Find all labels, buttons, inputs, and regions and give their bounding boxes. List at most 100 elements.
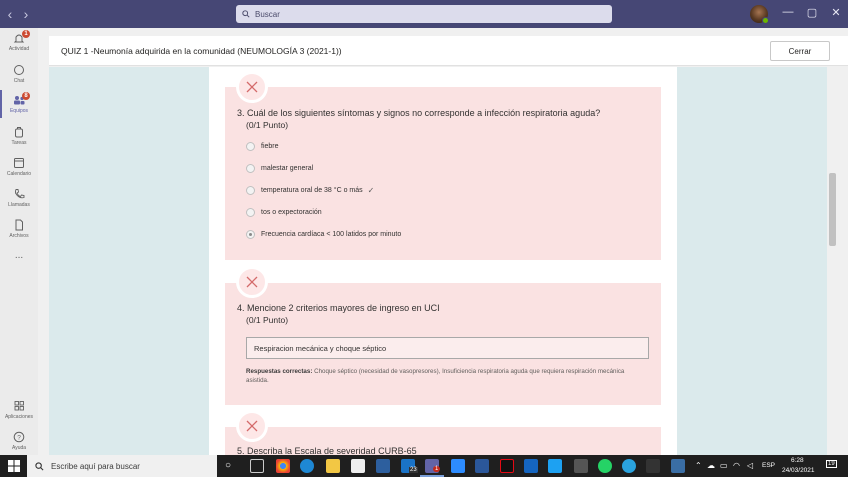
more-apps-button[interactable]: ... [0,250,38,261]
radio-button[interactable] [246,164,255,173]
file-explorer-icon[interactable] [326,459,340,473]
mail-badge: 23 [409,467,418,473]
photos-icon[interactable] [524,459,538,473]
apps-icon [14,401,24,411]
radio-button[interactable] [246,186,255,195]
file-icon [15,219,23,231]
minimize-button[interactable]: — [778,6,798,18]
phone-icon [14,189,25,199]
rail-item-label: Actividad [8,46,30,52]
chat-icon [14,65,24,75]
option-label: fiebre [261,143,279,150]
option-label: malestar general [261,165,314,172]
rail-item-ayuda[interactable]: ? Ayuda [0,431,38,451]
question-card-5: 5. Describa la Escala de severidad CURB-… [225,427,661,455]
backpack-icon [15,127,23,138]
close-quiz-button[interactable]: Cerrar [770,41,830,61]
answer-field[interactable]: Respiracion mecánica y choque séptico [246,337,649,359]
search-input[interactable]: Buscar [236,5,612,23]
rail-item-calendario[interactable]: Calendario [0,157,38,177]
teams-badge: 8 [22,92,30,100]
option-label: Frecuencia cardíaca < 100 latidos por mi… [261,231,402,238]
incorrect-icon [236,71,268,103]
zoom-icon[interactable] [451,459,465,473]
option-tos[interactable]: tos o expectoración [246,208,322,217]
question-card-4: 4. Mencione 2 criterios mayores de ingre… [225,283,661,405]
tray-chevron-icon[interactable]: ⌃ [695,461,702,470]
notification-center-icon[interactable]: 19 [826,460,837,468]
cortana-icon[interactable]: ○ [225,460,231,471]
taskbar-search-placeholder: Escribe aquí para buscar [51,461,140,471]
option-fiebre[interactable]: fiebre [246,142,279,151]
rail-item-label: Tareas [11,140,27,146]
search-placeholder: Buscar [255,9,280,19]
close-window-button[interactable]: ✕ [826,6,846,19]
calculator-icon[interactable] [574,459,588,473]
rail-item-archivos[interactable]: Archivos [0,219,38,239]
question-title: 5. Describa la Escala de severidad CURB-… [237,446,417,455]
rail-item-chat[interactable]: Chat [0,64,38,84]
rail-item-label: Chat [13,78,25,84]
word-icon[interactable] [475,459,489,473]
cloud-icon[interactable]: ☁ [707,461,715,470]
volume-icon[interactable]: ◁ [747,461,753,470]
question-card-3: 3. Cuál de los siguientes síntomas y sig… [225,87,661,260]
store-icon[interactable] [351,459,365,473]
rail-item-llamadas[interactable]: Llamadas [0,188,38,208]
option-malestar[interactable]: malestar general [246,164,313,173]
search-icon [35,461,44,470]
notification-count: 19 [828,461,835,467]
scrollbar-thumb[interactable] [829,173,836,246]
maximize-button[interactable]: ▢ [802,6,822,19]
rail-item-label: Aplicaciones [4,414,34,420]
option-frecuencia[interactable]: Frecuencia cardíaca < 100 latidos por mi… [246,230,401,239]
option-label: temperatura oral de 38 °C o más [261,187,363,194]
help-icon: ? [13,431,25,443]
language-indicator[interactable]: ESP [762,462,775,469]
forward-arrow-icon[interactable]: › [18,6,34,22]
clock-time[interactable]: 6:28 [791,457,804,464]
question-points: (0/1 Punto) [246,315,289,325]
telegram-icon[interactable] [622,459,636,473]
radio-button-selected[interactable] [246,230,255,239]
chrome-icon[interactable] [276,459,290,473]
netflix-icon[interactable] [500,459,514,473]
rail-item-tareas[interactable]: Tareas [0,126,38,146]
correct-answers-label: Respuestas correctas: [246,368,313,375]
page-title: QUIZ 1 -Neumonía adquirida en la comunid… [61,46,342,56]
clock-date[interactable]: 24/03/2021 [782,467,815,474]
windows-start-icon[interactable] [8,460,20,472]
option-temperatura[interactable]: temperatura oral de 38 °C o más ✓ [246,186,374,195]
rail-item-label: Equipos [9,108,29,114]
whatsapp-icon[interactable] [598,459,612,473]
task-view-icon[interactable] [250,459,264,473]
rail-item-label: Llamadas [8,202,30,208]
radio-button[interactable] [246,208,255,217]
rail-item-aplicaciones[interactable]: Aplicaciones [0,400,38,420]
desktop-app-icon[interactable] [671,459,685,473]
more-icon: ... [14,250,24,261]
question-points: (0/1 Punto) [246,120,289,130]
scrollbar-track[interactable] [827,67,838,455]
quiz-header: QUIZ 1 -Neumonía adquirida en la comunid… [49,36,848,66]
radio-button[interactable] [246,142,255,151]
rail-item-actividad[interactable]: Actividad [0,32,38,52]
calendar-icon [14,158,24,168]
twitter-icon[interactable] [548,459,562,473]
wifi-icon[interactable]: ◠ [733,461,740,470]
taskbar-search[interactable]: Escribe aquí para buscar [27,455,217,477]
incorrect-icon [236,266,268,298]
rail-item-label: Ayuda [11,445,27,451]
app-icon[interactable] [646,459,660,473]
edge-icon[interactable] [300,459,314,473]
correct-check-icon: ✓ [367,186,375,195]
rail-item-label: Archivos [9,233,29,239]
rail-item-equipos[interactable]: Equipos [0,94,38,114]
teams-taskbar-badge: 1 [433,466,441,472]
news-icon[interactable] [376,459,390,473]
svg-text:?: ? [17,434,21,441]
battery-icon[interactable]: ▭ [720,461,728,470]
question-title: 3. Cuál de los siguientes síntomas y sig… [237,108,601,118]
back-arrow-icon[interactable]: ‹ [2,6,18,22]
quiz-content: 3. Cuál de los siguientes síntomas y sig… [49,67,827,455]
